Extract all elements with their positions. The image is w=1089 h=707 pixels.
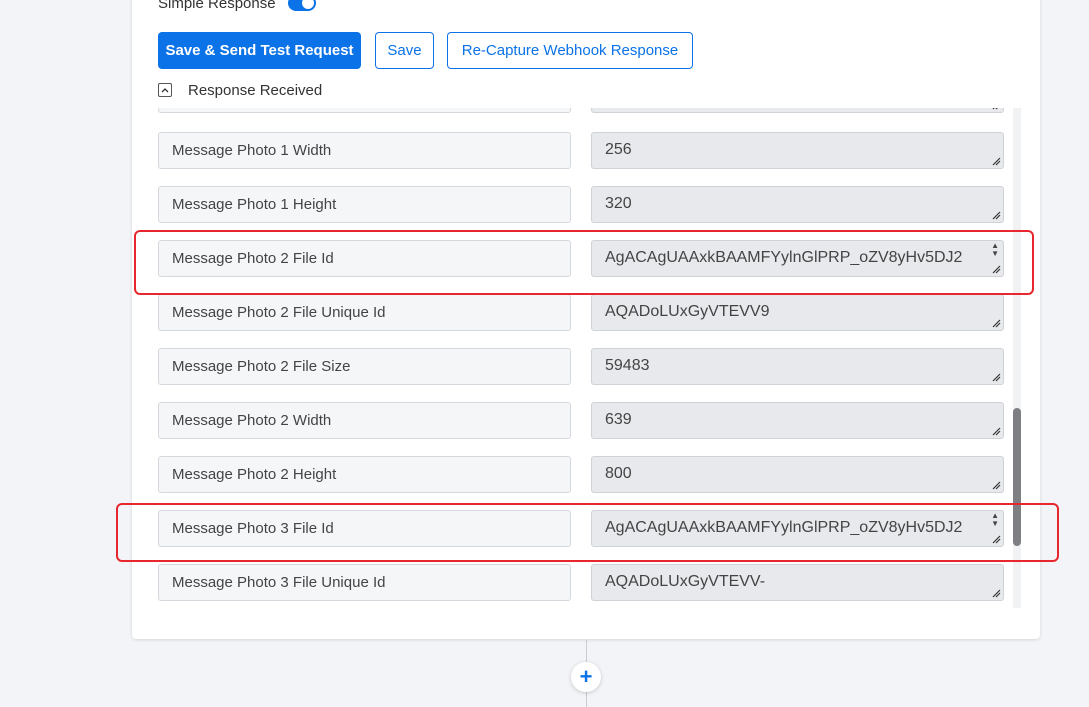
plus-icon: + bbox=[579, 664, 593, 689]
scrollbar[interactable] bbox=[1013, 108, 1021, 608]
field-value-text: AgACAgUAAxkBAAMFYylnGlPRP_oZV8yHv5DJ2 bbox=[605, 519, 963, 536]
resize-handle-icon[interactable] bbox=[991, 156, 1001, 166]
resize-handle-icon[interactable] bbox=[991, 108, 1001, 110]
response-field-row: Message Photo 2 Width 639 bbox=[158, 402, 1012, 440]
field-key-input[interactable]: Message Photo 2 File Unique Id bbox=[158, 294, 571, 331]
response-field-row: Message Photo 3 File Unique Id AQADoLUxGy… bbox=[158, 564, 1012, 602]
field-value-text: AQADoLUxGyVTEVV- bbox=[605, 573, 766, 590]
field-key-input[interactable]: Message Photo 2 File Id bbox=[158, 240, 571, 277]
field-key-input[interactable]: Message Photo 2 File Size bbox=[158, 348, 571, 385]
field-value-text: 639 bbox=[605, 411, 632, 428]
field-value-text: 320 bbox=[605, 195, 632, 212]
field-key-input[interactable]: Message Photo 3 File Unique Id bbox=[158, 564, 571, 601]
recapture-webhook-response-button[interactable]: Re-Capture Webhook Response bbox=[447, 32, 693, 69]
field-key-input[interactable]: Message Photo 2 Height bbox=[158, 456, 571, 493]
response-received-label: Response Received bbox=[188, 81, 323, 99]
simple-response-label: Simple Response bbox=[158, 0, 276, 12]
response-field-row: Message Photo 2 File Id AgACAgUAAxkBAAMFY… bbox=[158, 240, 1012, 278]
resize-handle-icon[interactable] bbox=[991, 426, 1001, 436]
resize-handle-icon[interactable] bbox=[991, 318, 1001, 328]
resize-handle-icon[interactable] bbox=[991, 210, 1001, 220]
field-value-textarea[interactable]: 59483 bbox=[591, 348, 1004, 385]
response-field-row: Message Photo 3 File Id AgACAgUAAxkBAAMFY… bbox=[158, 510, 1012, 548]
field-value-textarea[interactable]: 800 bbox=[591, 456, 1004, 493]
scroll-arrows-icon[interactable]: ▲ ▼ bbox=[991, 512, 999, 528]
resize-handle-icon[interactable] bbox=[991, 588, 1001, 598]
field-value-textarea[interactable]: AQADoLUxGyVTEVV- bbox=[591, 564, 1004, 601]
field-value-text: 59483 bbox=[605, 357, 650, 374]
field-value-textarea[interactable]: AQADoLUxGyVTEVV9 bbox=[591, 294, 1004, 331]
response-field-row bbox=[158, 108, 1012, 114]
field-value-text: AQADoLUxGyVTEVV9 bbox=[605, 303, 770, 320]
field-value-text: 256 bbox=[605, 141, 632, 158]
response-received-header[interactable]: Response Received bbox=[158, 80, 322, 100]
add-step-button[interactable]: + bbox=[571, 662, 601, 692]
resize-handle-icon[interactable] bbox=[991, 534, 1001, 544]
field-value-text: AgACAgUAAxkBAAMFYylnGlPRP_oZV8yHv5DJ2 bbox=[605, 249, 963, 266]
response-field-row: Message Photo 2 File Size 59483 bbox=[158, 348, 1012, 386]
response-field-row: Message Photo 1 Width 256 bbox=[158, 132, 1012, 170]
field-key-input[interactable]: Message Photo 1 Height bbox=[158, 186, 571, 223]
field-value-textarea[interactable]: AgACAgUAAxkBAAMFYylnGlPRP_oZV8yHv5DJ2 ▲ ▼ bbox=[591, 240, 1004, 277]
response-field-row: Message Photo 2 File Unique Id AQADoLUxGy… bbox=[158, 294, 1012, 332]
field-key-input[interactable]: Message Photo 3 File Id bbox=[158, 510, 571, 547]
resize-handle-icon[interactable] bbox=[991, 480, 1001, 490]
field-value-textarea[interactable] bbox=[591, 108, 1004, 113]
field-value-textarea[interactable]: 639 bbox=[591, 402, 1004, 439]
field-value-textarea[interactable]: 320 bbox=[591, 186, 1004, 223]
resize-handle-icon[interactable] bbox=[991, 264, 1001, 274]
response-field-row: Message Photo 1 Height 320 bbox=[158, 186, 1012, 224]
scroll-arrows-icon[interactable]: ▲ ▼ bbox=[991, 242, 999, 258]
resize-handle-icon[interactable] bbox=[991, 372, 1001, 382]
simple-response-row: Simple Response bbox=[158, 0, 316, 14]
field-value-textarea[interactable]: AgACAgUAAxkBAAMFYylnGlPRP_oZV8yHv5DJ2 ▲ ▼ bbox=[591, 510, 1004, 547]
field-value-text: 800 bbox=[605, 465, 632, 482]
scrollbar-thumb[interactable] bbox=[1013, 408, 1021, 546]
response-fields-list[interactable]: Message Photo 1 Width 256 Message Photo 1 … bbox=[150, 108, 1020, 608]
field-key-input[interactable]: Message Photo 1 Width bbox=[158, 132, 571, 169]
save-button[interactable]: Save bbox=[375, 32, 434, 69]
field-key-input[interactable]: Message Photo 2 Width bbox=[158, 402, 571, 439]
collapse-chevron-up-icon[interactable] bbox=[158, 83, 172, 97]
simple-response-toggle[interactable] bbox=[287, 0, 316, 11]
save-send-test-request-button[interactable]: Save & Send Test Request bbox=[158, 32, 361, 69]
response-field-row: Message Photo 2 Height 800 bbox=[158, 456, 1012, 494]
field-value-textarea[interactable]: 256 bbox=[591, 132, 1004, 169]
field-key-input[interactable] bbox=[158, 108, 571, 113]
